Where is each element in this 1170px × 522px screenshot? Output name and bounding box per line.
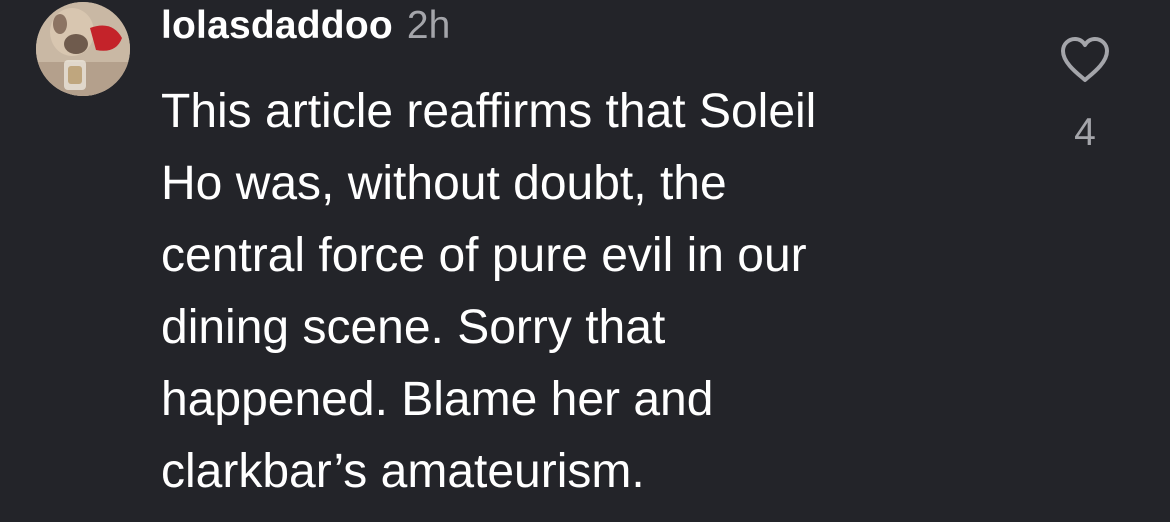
timestamp: 2h xyxy=(406,4,451,47)
avatar[interactable] xyxy=(36,2,130,96)
comment-header: lolasdaddoo 2h xyxy=(161,4,450,54)
comment-item: lolasdaddoo 2h This article reaffirms th… xyxy=(0,0,1170,522)
heart-icon[interactable] xyxy=(1059,36,1111,84)
username[interactable]: lolasdaddoo xyxy=(161,4,393,48)
like-section: 4 xyxy=(1052,36,1118,155)
like-count: 4 xyxy=(1074,111,1096,154)
avatar-photo xyxy=(36,2,130,96)
comment-text: This article reaffirms that Soleil Ho wa… xyxy=(161,85,817,498)
